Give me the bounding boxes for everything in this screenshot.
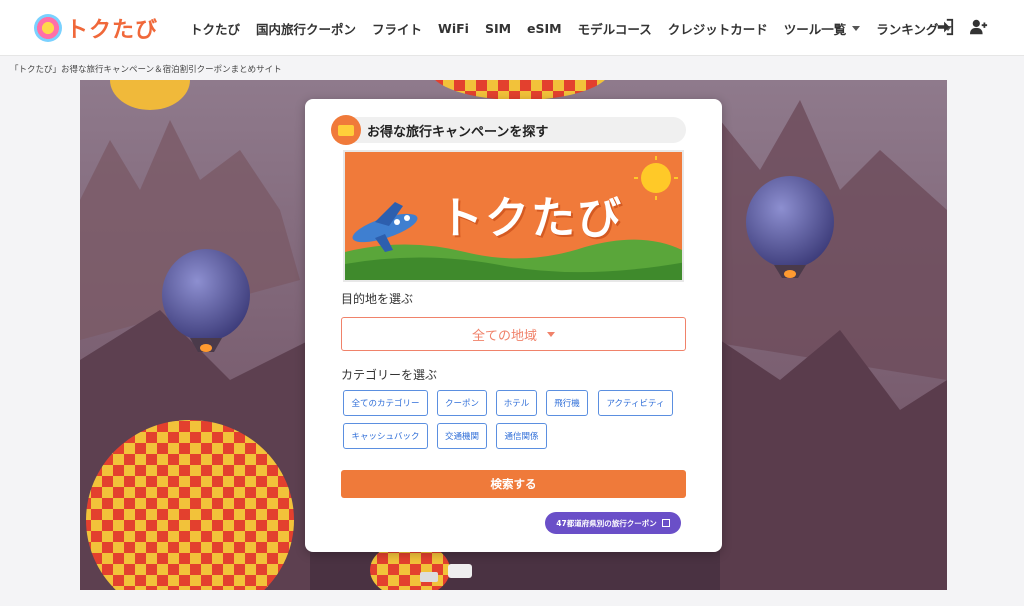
external-link-icon [661,519,670,527]
logo-icon [34,14,62,42]
campaign-search-card: お得な旅行キャンペーンを探す トクたび 目的地を選ぶ 全ての地域 カテゴリーを選… [305,99,722,552]
chevron-down-icon [547,331,555,337]
nav-item-esim[interactable]: eSIM [527,21,562,36]
category-chip-hotel[interactable]: ホテル [496,390,537,416]
site-header: トクたび トクたび 国内旅行クーポン フライト WiFi SIM eSIM モデ… [0,0,1024,56]
chevron-down-icon [852,25,861,31]
region-select-value: 全ての地域 [471,328,537,344]
nav-item-model-course[interactable]: モデルコース [578,19,652,38]
destination-label: 目的地を選ぶ [341,292,414,306]
category-chip-flight[interactable]: 飛行機 [546,390,588,416]
category-chip-coupon[interactable]: クーポン [437,390,487,416]
sign-in-icon[interactable] [936,18,954,36]
site-logo[interactable]: トクたび [34,12,158,44]
region-select[interactable]: 全ての地域 [341,317,686,351]
header-actions [936,18,988,36]
category-chip-activity[interactable]: アクティビティ [598,390,673,416]
main-nav: トクたび 国内旅行クーポン フライト WiFi SIM eSIM モデルコース … [190,0,968,56]
category-chip-all[interactable]: 全てのカテゴリー [343,390,428,416]
search-button[interactable]: 検索する [341,470,686,498]
nav-item-wifi[interactable]: WiFi [438,21,469,36]
category-chip-telecom[interactable]: 通信関係 [496,423,547,449]
nav-item-credit-card[interactable]: クレジットカード [668,19,768,38]
banner-logo-text: トクたび [439,193,623,244]
nav-item-tools[interactable]: ツール一覧 [784,19,861,38]
campaign-logo-icon [331,115,361,145]
category-label: カテゴリーを選ぶ [341,368,438,382]
prefecture-coupon-link[interactable]: 47都道府県別の旅行クーポン [545,512,681,534]
logo-text: トクたび [66,18,159,43]
tokutabi-banner: トクたび [343,150,684,282]
category-chip-transport[interactable]: 交通機関 [437,423,487,449]
card-title: お得な旅行キャンペーンを探す [367,124,549,140]
nav-item-flight[interactable]: フライト [372,19,422,38]
card-header: お得な旅行キャンペーンを探す [331,115,686,145]
nav-item-domestic-coupon[interactable]: 国内旅行クーポン [256,19,356,38]
nav-item-tokutabi[interactable]: トクたび [190,19,240,38]
prefecture-coupon-label: 47都道府県別の旅行クーポン [556,518,657,528]
nav-item-sim[interactable]: SIM [485,21,511,36]
category-chip-cashback[interactable]: キャッシュバック [343,423,428,449]
site-tagline: 「トクたび」お得な旅行キャンペーン＆宿泊割引クーポンまとめサイト [10,65,282,75]
user-plus-icon[interactable] [970,18,988,36]
